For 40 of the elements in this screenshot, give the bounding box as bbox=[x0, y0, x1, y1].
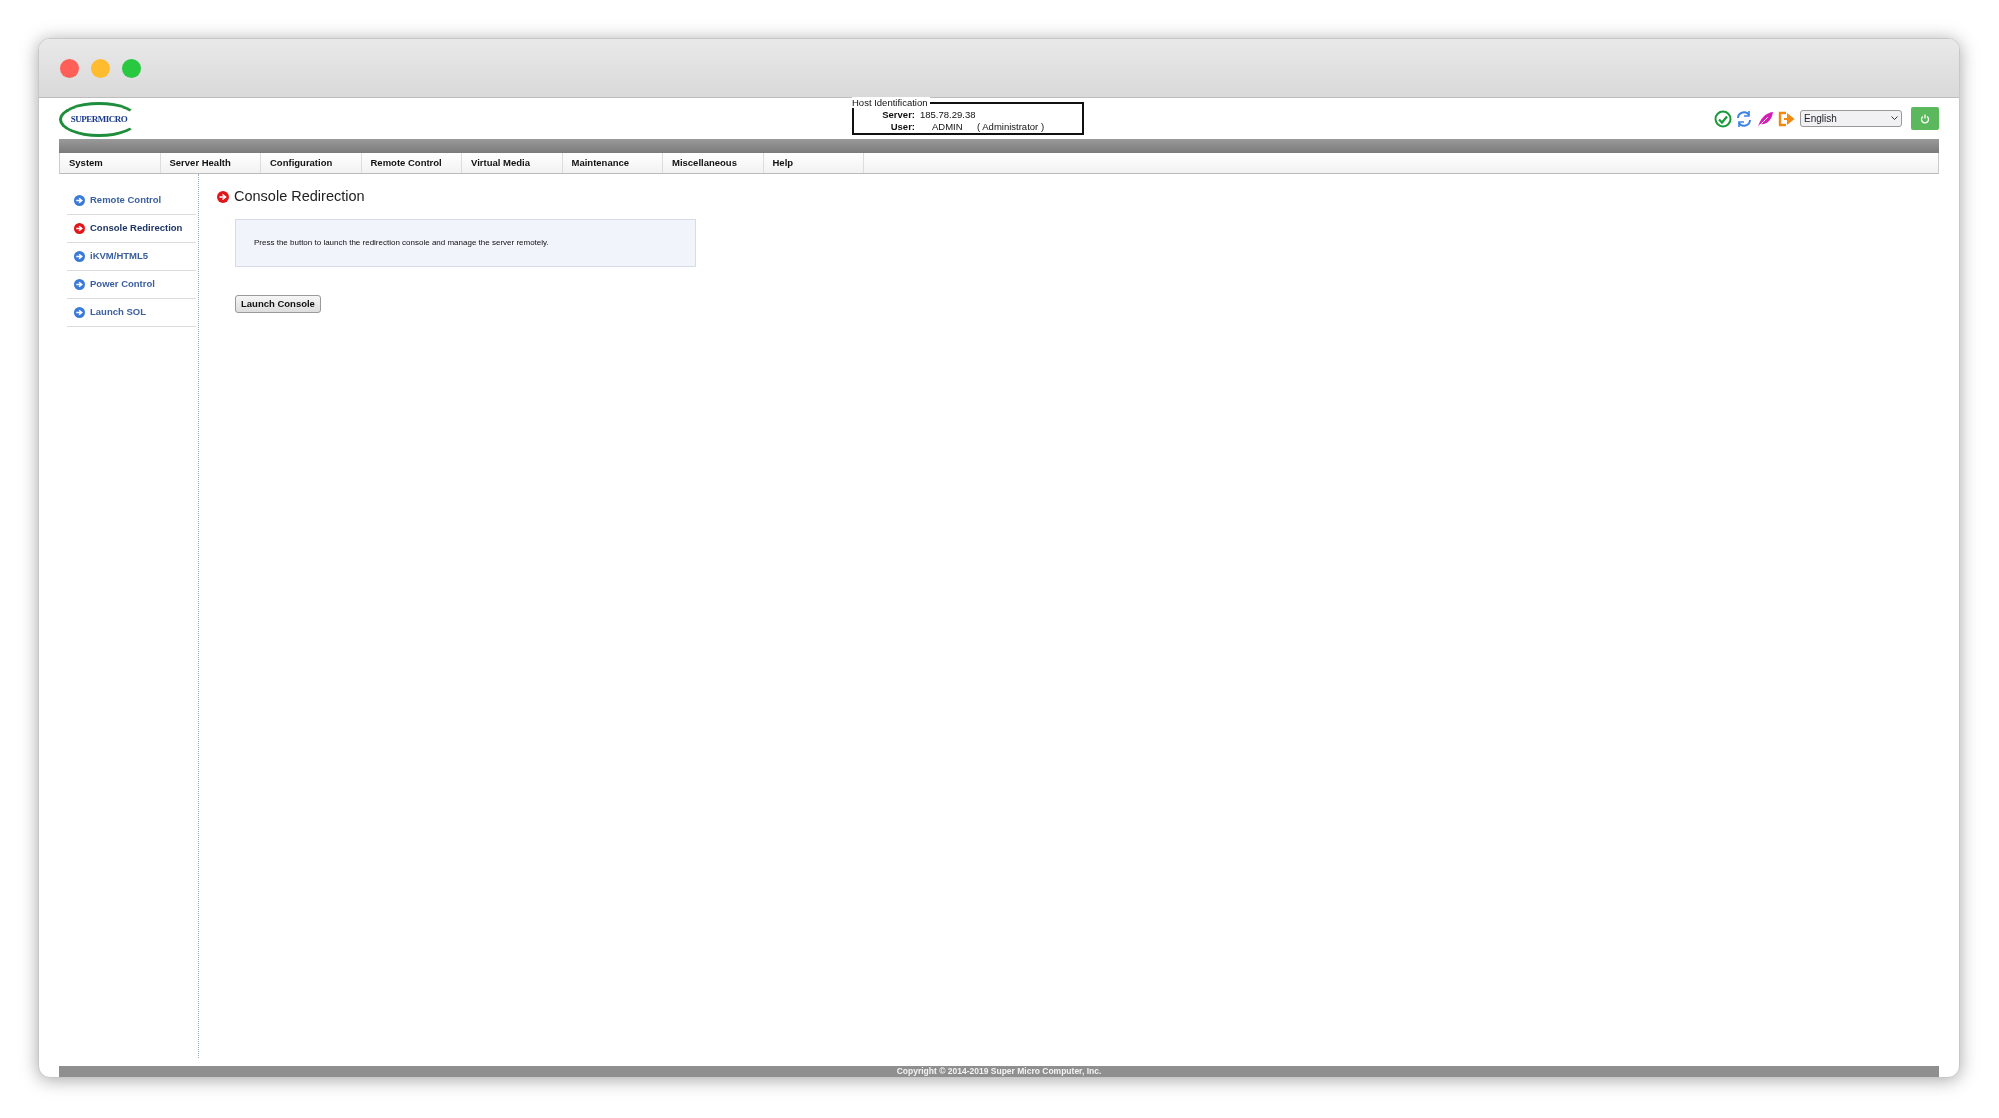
menu-tab[interactable]: Maintenance bbox=[562, 153, 663, 173]
language-select[interactable]: English bbox=[1800, 110, 1902, 127]
launch-console-button[interactable]: Launch Console bbox=[235, 294, 321, 313]
field-label: User: bbox=[889, 121, 916, 133]
check-circle-icon[interactable] bbox=[1714, 109, 1732, 128]
minimize-icon[interactable] bbox=[91, 58, 110, 78]
field-label: Server: bbox=[881, 109, 916, 121]
leaf-icon[interactable] bbox=[1756, 109, 1774, 128]
arrow-circle-icon bbox=[74, 195, 85, 206]
server-address: 185.78.29.38 bbox=[920, 109, 976, 121]
sidebar-item[interactable]: Power Control bbox=[67, 271, 196, 299]
menu-tab[interactable]: Virtual Media bbox=[462, 153, 563, 173]
power-icon bbox=[1920, 113, 1930, 124]
logout-icon[interactable] bbox=[1777, 109, 1795, 128]
user-name: ADMIN bbox=[931, 121, 964, 133]
arrow-circle-icon bbox=[217, 190, 229, 203]
menu-tab[interactable]: Configuration bbox=[261, 153, 362, 173]
menu-tab[interactable]: Server Health bbox=[160, 153, 261, 173]
caret-icon bbox=[1891, 116, 1898, 121]
info-text: Press the button to launch the redirection console and manage the server remotely. bbox=[254, 236, 549, 249]
arrow-circle-icon bbox=[74, 223, 85, 234]
menu-tab[interactable]: Remote Control bbox=[361, 153, 462, 173]
page-title: Console Redirection bbox=[234, 187, 365, 206]
close-icon[interactable] bbox=[60, 58, 79, 78]
menu-tab[interactable]: Miscellaneous bbox=[663, 153, 764, 173]
sidebar-item[interactable]: Console Redirection bbox=[67, 215, 196, 243]
arrow-circle-icon bbox=[74, 307, 85, 318]
sidebar-item[interactable]: iKVM/HTML5 bbox=[67, 243, 196, 271]
footer-copyright: Copyright © 2014-2019 Super Micro Computer, Inc. bbox=[59, 1066, 1939, 1077]
refresh-icon[interactable] bbox=[1735, 109, 1753, 128]
arrow-circle-icon bbox=[74, 251, 85, 262]
arrow-circle-icon bbox=[74, 279, 85, 290]
menu-tab[interactable]: System bbox=[60, 153, 161, 173]
sidebar-item[interactable]: Launch SOL bbox=[67, 299, 196, 327]
menu-tab[interactable]: Help bbox=[763, 153, 864, 173]
sidebar-item[interactable]: Remote Control bbox=[67, 187, 196, 215]
power-button[interactable] bbox=[1911, 107, 1939, 130]
user-role: ( Administrator ) bbox=[977, 121, 1045, 133]
panel-legend: Host Identification bbox=[852, 97, 930, 108]
maximize-icon[interactable] bbox=[122, 58, 141, 78]
